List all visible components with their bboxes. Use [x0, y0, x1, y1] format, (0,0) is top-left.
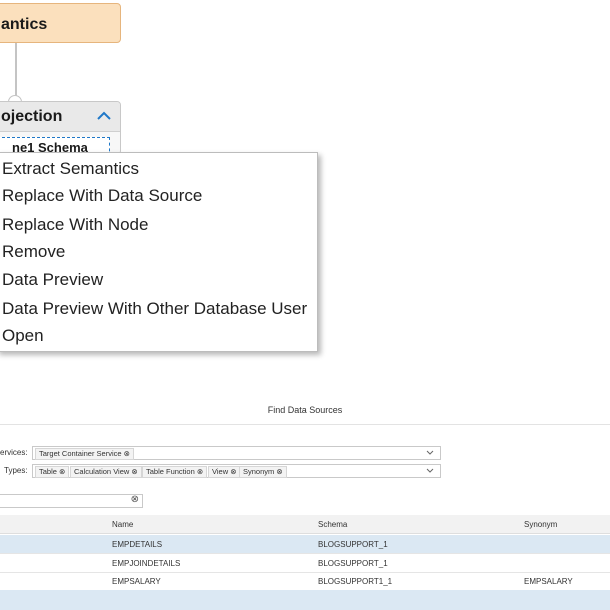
menu-item-data-preview-other-user[interactable]: Data Preview With Other Database User [2, 297, 307, 321]
projection-node-title: ojection [1, 108, 63, 125]
semantics-node-label: antics [1, 16, 48, 33]
menu-item-data-preview[interactable]: Data Preview [2, 268, 103, 292]
semantics-node[interactable]: antics [0, 3, 121, 43]
column-header-synonym[interactable]: Synonym [524, 520, 557, 529]
table-row[interactable]: EMPDETAILS BLOGSUPPORT_1 [0, 535, 610, 554]
menu-item-remove[interactable]: Remove [2, 240, 65, 264]
service-token[interactable]: Target Container Service ⊗ [35, 448, 134, 460]
cell-schema: BLOGSUPPORT_1 [318, 559, 388, 568]
node-connector [15, 43, 17, 101]
table-footer [0, 590, 610, 610]
clear-search-icon[interactable]: ⊗ [131, 494, 139, 505]
types-label: Types: [4, 466, 28, 475]
menu-item-extract-semantics[interactable]: Extract Semantics [2, 157, 139, 181]
cell-name: EMPDETAILS [112, 540, 163, 549]
results-table-header: Name Schema Synonym [0, 515, 610, 534]
type-token-synonym[interactable]: Synonym ⊗ [239, 466, 287, 478]
projection-node-header: ojection [0, 102, 120, 132]
types-select[interactable]: Table ⊗ Calculation View ⊗ Table Functio… [32, 464, 441, 478]
services-label: ervices: [0, 448, 28, 457]
context-menu: Extract Semantics Replace With Data Sour… [0, 152, 318, 352]
type-token-table[interactable]: Table ⊗ [35, 466, 70, 478]
menu-item-replace-with-node[interactable]: Replace With Node [2, 213, 148, 237]
services-select[interactable]: Target Container Service ⊗ [32, 446, 441, 460]
cell-name: EMPSALARY [112, 577, 161, 586]
chevron-down-icon[interactable] [426, 468, 434, 474]
divider [0, 424, 610, 425]
table-row[interactable]: EMPJOINDETAILS BLOGSUPPORT_1 [0, 554, 610, 573]
dialog-title: Find Data Sources [267, 405, 343, 415]
chevron-down-icon[interactable] [426, 450, 434, 456]
column-header-schema[interactable]: Schema [318, 520, 347, 529]
type-token-view[interactable]: View ⊗ [208, 466, 241, 478]
cell-name: EMPJOINDETAILS [112, 559, 181, 568]
column-header-name[interactable]: Name [112, 520, 133, 529]
type-token-calculation-view[interactable]: Calculation View ⊗ [70, 466, 142, 478]
type-token-table-function[interactable]: Table Function ⊗ [142, 466, 208, 478]
cell-schema: BLOGSUPPORT1_1 [318, 577, 393, 586]
cell-synonym: EMPSALARY [524, 577, 573, 586]
chevron-up-icon[interactable] [94, 106, 114, 126]
table-row[interactable]: EMPSALARY BLOGSUPPORT1_1 EMPSALARY [0, 572, 610, 591]
search-input-wrapper: ⊗ [0, 494, 143, 509]
projection-node[interactable]: ojection ne1 Schema [0, 101, 121, 155]
menu-item-open[interactable]: Open [2, 324, 44, 348]
search-input[interactable] [1, 495, 125, 509]
menu-item-replace-with-data-source[interactable]: Replace With Data Source [2, 184, 202, 208]
cell-schema: BLOGSUPPORT_1 [318, 540, 388, 549]
